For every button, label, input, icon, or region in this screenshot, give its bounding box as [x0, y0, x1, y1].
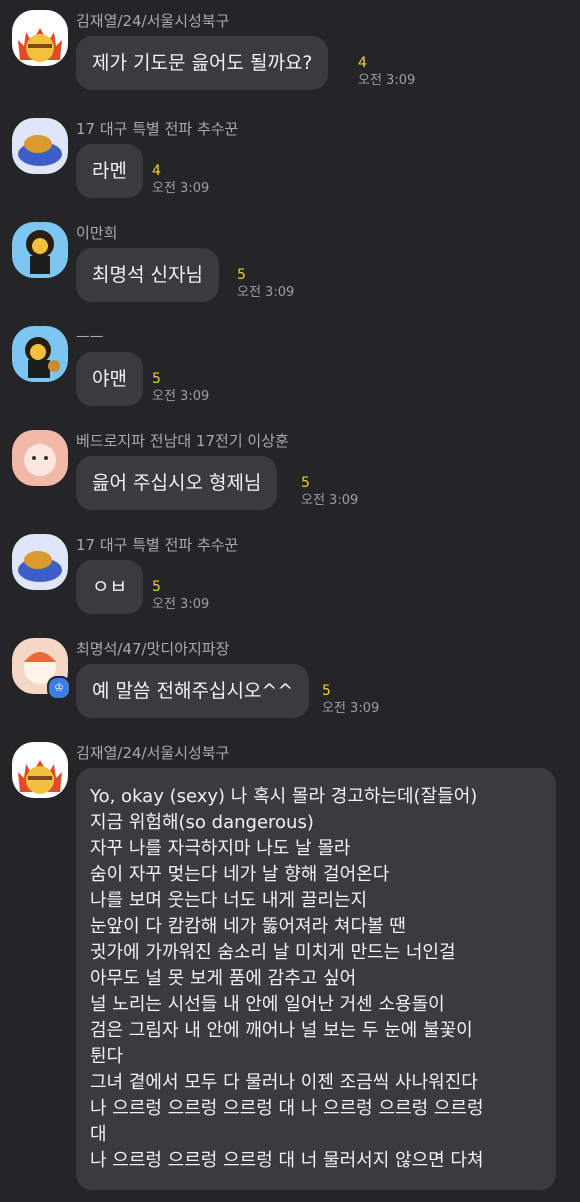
avatar[interactable]: [12, 118, 68, 174]
unread-count: 5: [152, 579, 161, 595]
message-item: 이만희 최명석 신자님 5 오전 3:09: [0, 222, 580, 306]
message-bubble[interactable]: 야맨: [76, 352, 143, 406]
lyric-line: 검은 그림자 내 안에 깨어나 널 보는 두 눈에 불꽃이: [90, 1020, 473, 1041]
message-bubble[interactable]: Yo, okay (sexy) 나 혹시 몰라 경고하는데(잘들어) 지금 위험…: [76, 768, 556, 1190]
message-item: 17 대구 특별 전파 추수꾼 라멘 4 오전 3:09: [0, 118, 580, 202]
avatar[interactable]: [12, 222, 68, 278]
timestamp: 오전 3:09: [152, 181, 210, 196]
lyric-line: Yo, okay (sexy) 나 혹시 몰라 경고하는데(잘들어): [90, 786, 478, 807]
unread-count: 4: [152, 163, 161, 179]
crown-icon: ♔: [47, 676, 71, 700]
lyric-line: 아무도 널 못 보게 품에 감추고 싶어: [90, 968, 357, 989]
lyric-line: 대: [90, 1124, 107, 1145]
message-meta: 5 오전 3:09: [152, 578, 209, 614]
message-item: ㅡㅡ 야맨 5 오전 3:09: [0, 326, 580, 410]
message-bubble[interactable]: 라멘: [76, 144, 143, 198]
avatar[interactable]: [12, 742, 68, 798]
message-bubble[interactable]: 읊어 주십시오 형제님: [76, 456, 278, 510]
message-bubble[interactable]: ㅇㅂ: [76, 560, 143, 614]
sender-name: 17 대구 특별 전파 추수꾼: [76, 536, 239, 554]
sender-name: 이만희: [76, 224, 118, 242]
sender-name: 17 대구 특별 전파 추수꾼: [76, 120, 239, 138]
sender-name: 최명석/47/맛디아지파장: [76, 640, 230, 658]
lyric-line: 나 으르렁 으르렁 으르렁 대 나 으르렁 으르렁 으르렁: [90, 1098, 484, 1119]
avatar[interactable]: [12, 326, 68, 382]
unread-count: 4: [358, 55, 367, 71]
timestamp: 오전 3:09: [152, 597, 210, 612]
message-meta: 5 오전 3:09: [322, 682, 379, 718]
message-meta: 4 오전 3:09: [152, 162, 209, 198]
message-item: 김재열/24/서울시성북구 제가 기도문 읊어도 될까요? 4 오전 3:09: [0, 10, 580, 96]
avatar[interactable]: [12, 534, 68, 590]
unread-count: 5: [237, 267, 246, 283]
message-bubble[interactable]: 제가 기도문 읊어도 될까요?: [76, 36, 329, 90]
message-item: ♔ 최명석/47/맛디아지파장 예 말씀 전해주십시오^^ 5 오전 3:09: [0, 638, 580, 722]
sender-name: 베드로지파 전남대 17전기 이상훈: [76, 432, 289, 450]
message-item: 베드로지파 전남대 17전기 이상훈 읊어 주십시오 형제님 5 오전 3:09: [0, 430, 580, 514]
unread-count: 5: [322, 683, 331, 699]
lyric-line: 나를 보며 웃는다 너도 내게 끌리는지: [90, 890, 368, 911]
unread-count: 5: [301, 475, 310, 491]
message-item: 17 대구 특별 전파 추수꾼 ㅇㅂ 5 오전 3:09: [0, 534, 580, 618]
lyric-line: 눈앞이 다 캄캄해 네가 뚫어져라 쳐다볼 땐: [90, 916, 406, 937]
message-bubble[interactable]: 예 말씀 전해주십시오^^: [76, 664, 310, 718]
unread-count: 5: [152, 371, 161, 387]
lyric-line: 자꾸 나를 자극하지마 나도 날 몰라: [90, 838, 351, 859]
lyric-line: 나 으르렁 으르렁 으르렁 대 너 물러서지 않으면 다쳐: [90, 1150, 484, 1171]
lyric-line: 널 노리는 시선들 내 안에 일어난 거센 소용돌이: [90, 994, 445, 1015]
timestamp: 오전 3:09: [237, 285, 295, 300]
sender-name: 김재열/24/서울시성북구: [76, 744, 230, 762]
message-item: 김재열/24/서울시성북구 Yo, okay (sexy) 나 혹시 몰라 경고…: [0, 742, 580, 1202]
message-meta: 4 오전 3:09: [358, 54, 415, 90]
sender-name: ㅡㅡ: [76, 328, 104, 346]
timestamp: 오전 3:09: [322, 701, 380, 716]
timestamp: 오전 3:09: [301, 493, 359, 508]
sender-name: 김재열/24/서울시성북구: [76, 12, 230, 30]
message-bubble[interactable]: 최명석 신자님: [76, 248, 219, 302]
lyric-line: 숨이 자꾸 멎는다 네가 날 향해 걸어온다: [90, 864, 390, 885]
avatar[interactable]: [12, 10, 68, 66]
message-meta: 5 오전 3:09: [301, 474, 358, 510]
avatar[interactable]: [12, 430, 68, 486]
timestamp: 오전 3:09: [358, 73, 416, 88]
message-meta: 5 오전 3:09: [237, 266, 294, 302]
lyric-line: 튄다: [90, 1046, 124, 1067]
lyric-line: 귓가에 가까워진 숨소리 날 미치게 만드는 너인걸: [90, 942, 456, 963]
lyric-line: 지금 위험해(so dangerous): [90, 812, 314, 833]
message-meta: 5 오전 3:09: [152, 370, 209, 406]
timestamp: 오전 3:09: [152, 389, 210, 404]
lyric-line: 그녀 곁에서 모두 다 물러나 이젠 조금씩 사나워진다: [90, 1072, 478, 1093]
